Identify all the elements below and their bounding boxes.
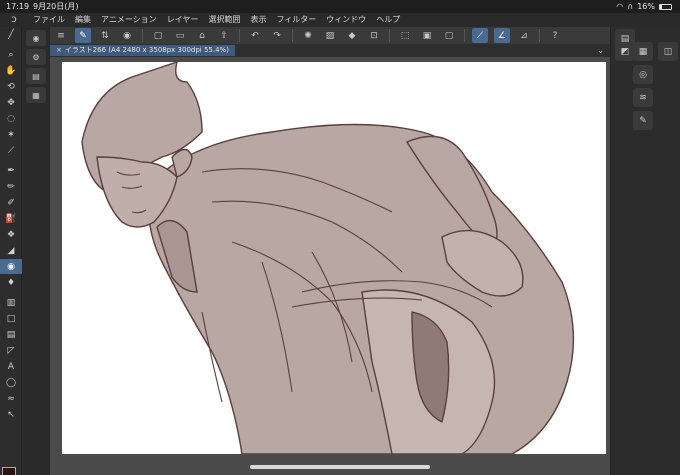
- text-icon[interactable]: A: [0, 359, 22, 374]
- pen-tool-icon[interactable]: ✎: [75, 28, 91, 43]
- right-panel: ▤ ▦ ◫ ◩ ◎ ≋ ✎: [610, 27, 680, 475]
- subtool-blend-icon[interactable]: ◉: [26, 30, 46, 46]
- layer-stack-icon[interactable]: ≋: [633, 88, 653, 107]
- hand-icon[interactable]: ✋: [0, 63, 22, 78]
- color-swatches: [2, 467, 24, 475]
- status-bar: 17:19 9月20日(月) ◠ ∩ 16%: [0, 0, 680, 13]
- pen-icon[interactable]: ✒: [0, 163, 22, 178]
- invert-selection-icon[interactable]: ▣: [419, 28, 435, 43]
- eyedropper-icon[interactable]: ⟋: [0, 143, 22, 158]
- redo-icon[interactable]: ↷: [269, 28, 285, 43]
- zoom-icon[interactable]: ⌕: [0, 47, 22, 62]
- panel-stack-icon[interactable]: ◩: [615, 42, 635, 61]
- divider: [389, 29, 390, 42]
- stabilizer-icon[interactable]: ⟋: [472, 28, 488, 43]
- new-file-icon[interactable]: ▢: [150, 28, 166, 43]
- menu-animation[interactable]: アニメーション: [96, 13, 162, 27]
- close-icon[interactable]: ×: [56, 46, 62, 54]
- menu-help[interactable]: ヘルプ: [371, 13, 405, 27]
- menu-file[interactable]: ファイル: [28, 13, 70, 27]
- save-icon[interactable]: ⌂: [194, 28, 210, 43]
- divider: [142, 29, 143, 42]
- transform-icon[interactable]: ⊡: [366, 28, 382, 43]
- wifi-icon: ◠: [616, 2, 624, 11]
- search-icon[interactable]: ◎: [633, 65, 653, 84]
- lasso-icon[interactable]: ◌: [0, 111, 22, 126]
- airbrush-icon[interactable]: ⛽: [0, 211, 22, 226]
- navigator-icon[interactable]: ▦: [633, 42, 653, 61]
- canvas-area[interactable]: × イラスト266 (A4 2480 x 3508px 300dpi 55.4%)…: [50, 44, 610, 475]
- menu-bar: ↄ ファイル 編集 アニメーション レイヤー 選択範囲 表示 フィルター ウィン…: [0, 13, 680, 27]
- help-icon[interactable]: ?: [547, 28, 563, 43]
- menu-view[interactable]: 表示: [245, 13, 271, 27]
- document-tab[interactable]: × イラスト266 (A4 2480 x 3508px 300dpi 55.4%): [50, 45, 235, 56]
- app-logo-icon[interactable]: ↄ: [0, 13, 28, 27]
- subtool-list-icon[interactable]: ▤: [26, 68, 46, 84]
- menu-selection[interactable]: 選択範囲: [203, 13, 245, 27]
- tool-property-icon[interactable]: ✎: [633, 111, 653, 130]
- divider: [539, 29, 540, 42]
- fill-icon[interactable]: ♦: [0, 275, 22, 290]
- decoration-icon[interactable]: ❖: [0, 227, 22, 242]
- sort-arrows-icon[interactable]: ⇅: [97, 28, 113, 43]
- export-icon[interactable]: ⇪: [216, 28, 232, 43]
- home-indicator[interactable]: [250, 465, 430, 469]
- pencil-icon[interactable]: ✏: [0, 179, 22, 194]
- sun-settings-icon[interactable]: ✺: [300, 28, 316, 43]
- subtool-properties-icon[interactable]: ⚙: [26, 49, 46, 65]
- divider: [464, 29, 465, 42]
- brush-stroke-icon[interactable]: ∠: [494, 28, 510, 43]
- brush-size-icon[interactable]: ╱: [0, 27, 22, 42]
- ruler-icon[interactable]: ⊿: [516, 28, 532, 43]
- layers-icon[interactable]: ◫: [658, 42, 678, 61]
- main-color-swatch[interactable]: [2, 467, 16, 475]
- document-tab-bar: × イラスト266 (A4 2480 x 3508px 300dpi 55.4%)…: [50, 44, 610, 57]
- divider: [239, 29, 240, 42]
- selection-layer-icon[interactable]: ▢: [441, 28, 457, 43]
- brush-icon[interactable]: ✐: [0, 195, 22, 210]
- figure-icon[interactable]: □: [0, 311, 22, 326]
- battery-percent: 16%: [637, 2, 655, 11]
- rotate-icon[interactable]: ⟲: [0, 79, 22, 94]
- balloon-tail-icon[interactable]: ≈: [0, 391, 22, 406]
- ruler-tool-icon[interactable]: ◸: [0, 343, 22, 358]
- battery-icon: [659, 3, 672, 10]
- gradient-icon[interactable]: ▥: [0, 295, 22, 310]
- undo-icon[interactable]: ↶: [247, 28, 263, 43]
- menu-filter[interactable]: フィルター: [271, 13, 321, 27]
- tool-palette: ╱ ⌕ ✋ ⟲ ✥ ◌ ✶ ⟋ ✒ ✏ ✐ ⛽ ❖ ◢ ◉ ♦ ▥ □ ▤ ◸ …: [0, 27, 22, 475]
- balloon-icon[interactable]: ◯: [0, 375, 22, 390]
- move-icon[interactable]: ✥: [0, 95, 22, 110]
- drawing-canvas[interactable]: [62, 62, 606, 454]
- correct-line-icon[interactable]: ↖: [0, 407, 22, 422]
- subtool-column: ◉ ⚙ ▤ ▦: [22, 27, 50, 475]
- line-art-illustration: [81, 62, 575, 454]
- menu-window[interactable]: ウィンドウ: [321, 13, 371, 27]
- blend-icon[interactable]: ◉: [0, 259, 22, 274]
- clear-icon[interactable]: ▨: [322, 28, 338, 43]
- eraser-icon[interactable]: ◢: [0, 243, 22, 258]
- eye-icon[interactable]: ◉: [119, 28, 135, 43]
- command-bar: ≡ ✎ ⇅ ◉ ▢ ▭ ⌂ ⇪ ↶ ↷ ✺ ▨ ◆ ⊡ ⬚ ▣ ▢ ⟋ ∠ ⊿ …: [50, 27, 680, 44]
- headphones-icon: ∩: [627, 2, 634, 11]
- menu-edit[interactable]: 編集: [70, 13, 96, 27]
- clock: 17:19: [6, 2, 30, 11]
- chevron-down-icon[interactable]: ⌄: [597, 44, 604, 57]
- app-window: 17:19 9月20日(月) ◠ ∩ 16% ↄ ファイル 編集 アニメーション…: [0, 0, 680, 475]
- deselect-icon[interactable]: ⬚: [397, 28, 413, 43]
- divider: [292, 29, 293, 42]
- date: 9月20日(月): [33, 2, 79, 11]
- status-indicators: ◠ ∩ 16%: [616, 0, 672, 13]
- open-folder-icon[interactable]: ▭: [172, 28, 188, 43]
- hamburger-menu-icon[interactable]: ≡: [53, 28, 69, 43]
- subtool-detail-icon[interactable]: ▦: [26, 87, 46, 103]
- document-title: イラスト266 (A4 2480 x 3508px 300dpi 55.4%): [64, 46, 229, 54]
- frame-icon[interactable]: ▤: [0, 327, 22, 342]
- magic-wand-icon[interactable]: ✶: [0, 127, 22, 142]
- menu-layer[interactable]: レイヤー: [162, 13, 204, 27]
- fill-bucket-icon[interactable]: ◆: [344, 28, 360, 43]
